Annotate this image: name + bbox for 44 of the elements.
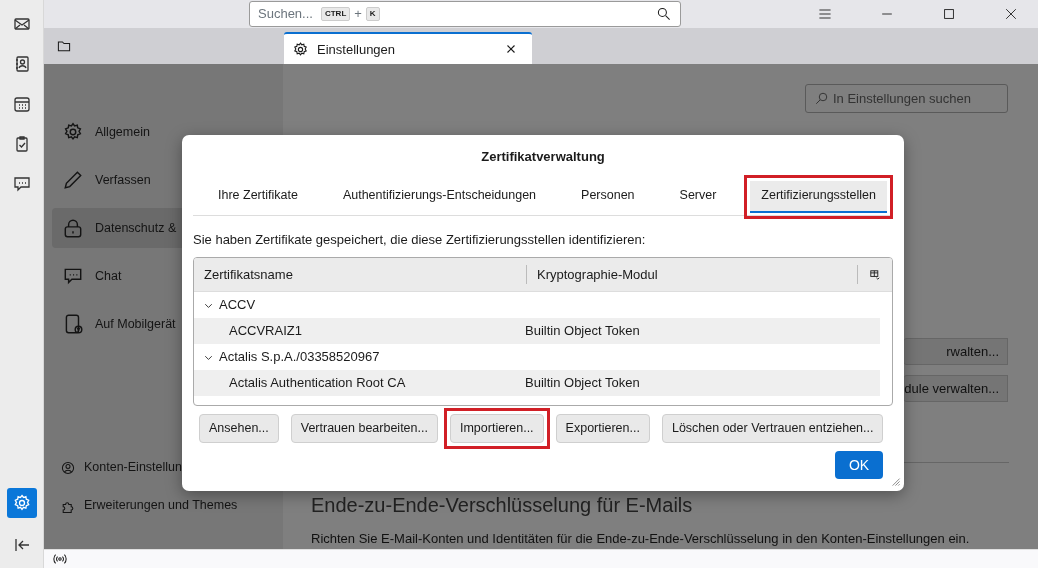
dialog-button[interactable]: Exportieren... [555,414,650,443]
tab[interactable]: Authentifizierungs-Entscheidungen [331,180,548,213]
ok-button[interactable]: OK [835,451,883,479]
dialog-button[interactable]: Importieren... [449,414,544,443]
column-picker-icon[interactable] [868,267,882,282]
tab[interactable]: Personen [570,180,646,213]
group-name: Actalis S.p.A./03358520967 [219,348,380,367]
dialog-button[interactable]: Löschen oder Vertrauen entziehen... [661,414,884,443]
nav-item[interactable]: Erweiterungen und Themes [60,490,283,521]
placeholder-text: In Einstellungen suchen [833,90,972,109]
module-name: Builtin Object Token [525,322,640,341]
gear-icon [292,40,309,58]
settings-button[interactable]: rwalten... [904,338,1008,366]
tab-label: Einstellungen [317,40,396,59]
certificate-name: Actalis Authentication Root CA [228,374,407,393]
column-header[interactable]: Kryptographie-Modul [527,264,858,285]
padlock-icon [62,217,84,240]
plus-sign: + [354,5,362,24]
search-field[interactable]: Suchen... CTRL + K [249,1,681,28]
placeholder-text: Suchen... [258,5,313,24]
search-icon[interactable] [656,6,672,23]
key-badge: K [365,7,380,22]
key-badge: CTRL [320,7,351,22]
tab[interactable]: Server [668,180,728,213]
column-header[interactable]: Zertifikatsname [194,264,527,285]
gear-icon[interactable] [6,488,37,518]
nav-item[interactable]: Allgemein [52,112,283,153]
dialog-button[interactable]: Vertrauen bearbeiten... [290,414,438,443]
tree-row[interactable]: ACCV [194,292,892,318]
section-heading: Ende-zu-Ende-Verschlüsselung für E-Mails [311,493,693,518]
tree-row[interactable]: Actalis S.p.A./03358520967 [194,344,892,370]
module-name: Builtin Object Token [525,374,640,393]
dialog-button[interactable]: Ansehen... [199,414,279,443]
settings-button[interactable]: dule verwalten... [904,375,1008,403]
certificate-name: ACCVRAIZ1 [228,322,303,341]
search-icon [814,91,829,107]
group-name: ACCV [219,296,256,315]
tab[interactable]: Einstellungen [284,32,532,65]
nav-item[interactable]: Konten-Einstellun [60,452,283,483]
tab[interactable]: Zertifizierungsstellen [750,180,887,213]
account-circle-icon [60,459,76,476]
description-text: Richten Sie E-Mail-Konten und Identitäten für die Ende-zu-Ende-Verschlüsselung in den Konten-Einstellungen ein. [311,530,970,549]
dialog-title: Zertifikatverwaltung [480,148,606,166]
pencil-icon [62,169,84,192]
